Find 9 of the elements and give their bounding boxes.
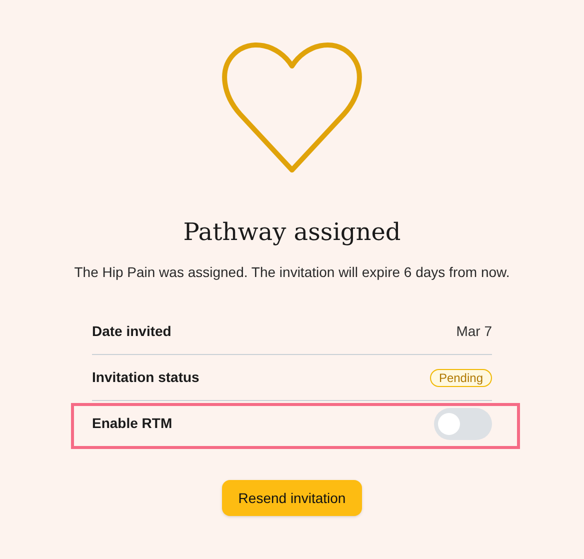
toggle-switch[interactable] [434,408,492,440]
row-label: Enable RTM [92,414,172,433]
dialog-title: Pathway assigned [183,217,401,248]
message-text: The Hip Pain was assigned. The invitation will expire 6 days from now. [74,263,510,282]
row-value: Mar 7 [456,322,492,341]
row-label: Date invited [92,322,172,341]
row-label: Invitation status [92,368,200,387]
status-badge: Pending [430,368,492,386]
resend-invitation-button[interactable]: Resend invitation [222,480,362,516]
